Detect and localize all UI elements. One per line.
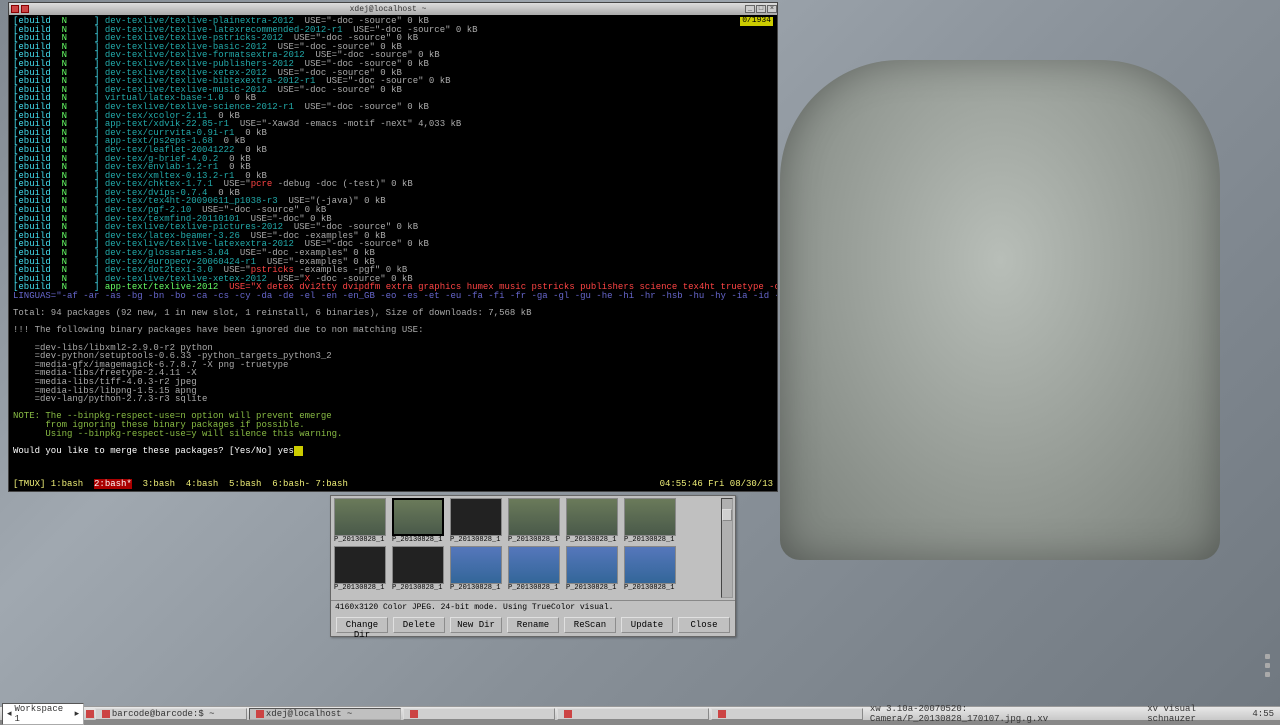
task-icon [718,710,726,718]
tray-item[interactable]: xv visual schnauzer [1147,704,1246,724]
minimize-button[interactable]: _ [745,5,755,13]
delete-button[interactable]: Delete [393,617,445,633]
xv-thumbnail[interactable]: P_20130828_1... [566,498,618,544]
thumbnail-image [566,498,618,536]
task-icon [410,710,418,718]
rename-button[interactable]: Rename [507,617,559,633]
thumbnail-image [450,498,502,536]
tray-item[interactable]: xw 3.10a-20070520: Camera/P_20130828_170… [870,704,1141,724]
xv-thumbnail[interactable]: P_20130828_1... [508,546,560,592]
terminal-title: xdej@localhost ~ [31,5,745,14]
note-line: Using --binpkg-respect-use=y will silenc… [13,430,773,439]
task-icon [564,710,572,718]
thumbnail-label: P_20130828_1... [508,536,560,544]
thumbnail-label: P_20130828_1... [392,536,444,544]
rescan-button[interactable]: ReScan [564,617,616,633]
xv-thumbnail[interactable]: P_20130828_1... [450,546,502,592]
terminal-titlebar[interactable]: xdej@localhost ~ _ □ × [9,3,777,15]
xv-window: P_20130828_1... P_20130828_1... P_20130828… [330,495,736,637]
taskbar: ◂ Workspace 1 ▸ barcode@barcode:$ ~xdej@… [0,706,1280,720]
xv-thumbnail[interactable]: P_20130828_1... [334,546,386,592]
thumbnail-label: P_20130828_1... [566,536,618,544]
thumbnail-label: P_20130828_1... [450,584,502,592]
thumbnail-image [450,546,502,584]
thumbnail-label: P_20130828_1... [450,536,502,544]
change-dir-button[interactable]: Change Dir [336,617,388,633]
thumbnail-label: P_20130828_1... [392,584,444,592]
chevron-right-icon[interactable]: ▸ [75,709,80,719]
xv-status: 4160x3120 Color JPEG. 24-bit mode. Using… [331,600,735,614]
ignored-line: =dev-lang/python-2.7.3-r3 sqlite [13,395,773,404]
task-icon [86,710,94,718]
task-button[interactable] [711,708,863,720]
workspace-switcher[interactable]: ◂ Workspace 1 ▸ [2,703,84,725]
tmux-status-top: 0/1934 [740,17,773,26]
terminal-body[interactable]: 0/1934 [ebuild N ] dev-texlive/texlive-p… [9,15,777,491]
xv-thumbnail[interactable]: P_20130828_1... [392,498,444,544]
xv-thumbnail[interactable]: P_20130828_1... [566,546,618,592]
task-button[interactable] [403,708,555,720]
update-button[interactable]: Update [621,617,673,633]
thumbnail-image [334,546,386,584]
xv-thumbnail[interactable]: P_20130828_1... [508,498,560,544]
xv-button-row: Change Dir Delete New Dir Rename ReScan … [331,614,735,636]
new-dir-button[interactable]: New Dir [450,617,502,633]
xv-scroll-thumb[interactable] [722,509,732,521]
system-tray: xw 3.10a-20070520: Camera/P_20130828_170… [864,704,1280,724]
xv-thumbnail[interactable]: P_20130828_1... [624,546,676,592]
thumbnail-image [392,546,444,584]
clock: 4:55 [1252,709,1274,719]
xv-thumbnail[interactable]: P_20130828_1... [450,498,502,544]
menu-dots-icon[interactable] [1265,654,1270,677]
thumbnail-image [508,546,560,584]
xv-scrollbar[interactable] [721,498,733,598]
total-line: Total: 94 packages (92 new, 1 in new slo… [13,309,773,318]
chevron-left-icon[interactable]: ◂ [7,709,12,719]
thumbnail-label: P_20130828_1... [334,584,386,592]
thumbnail-label: P_20130828_1... [624,536,676,544]
tb-icon [11,5,19,13]
linguas-line: LINGUAS="-af -ar -as -bg -bn -bo -ca -cs… [13,292,773,301]
task-button[interactable]: xdej@localhost ~ [249,708,401,720]
thumbnail-image [624,546,676,584]
xv-thumbnail[interactable]: P_20130828_1... [334,498,386,544]
thumbnail-label: P_20130828_1... [624,584,676,592]
thumbnail-image [334,498,386,536]
task-button[interactable] [557,708,709,720]
task-button[interactable]: barcode@barcode:$ ~ [95,708,247,720]
tb-icon [21,5,29,13]
close-button[interactable]: Close [678,617,730,633]
thumbnail-label: P_20130828_1... [334,536,386,544]
thumbnail-image [508,498,560,536]
prompt-line: Would you like to merge these packages? … [13,447,773,456]
task-icon [102,710,110,718]
terminal-window: xdej@localhost ~ _ □ × 0/1934 [ebuild N … [8,2,778,492]
xv-thumbnail[interactable]: P_20130828_1... [392,546,444,592]
ignored-header: !!! The following binary packages have b… [13,326,773,335]
thumbnail-image [566,546,618,584]
xv-thumbnail-area[interactable]: P_20130828_1... P_20130828_1... P_20130828… [331,496,735,600]
thumbnail-image [624,498,676,536]
maximize-button[interactable]: □ [756,5,766,13]
thumbnail-image [392,498,444,536]
thumbnail-label: P_20130828_1... [508,584,560,592]
task-icon [256,710,264,718]
thumbnail-label: P_20130828_1... [566,584,618,592]
xv-thumbnail[interactable]: P_20130828_1... [624,498,676,544]
tmux-status: [TMUX] 1:bash 2:bash* 3:bash 4:bash 5:ba… [13,480,773,489]
close-button[interactable]: × [767,5,777,13]
